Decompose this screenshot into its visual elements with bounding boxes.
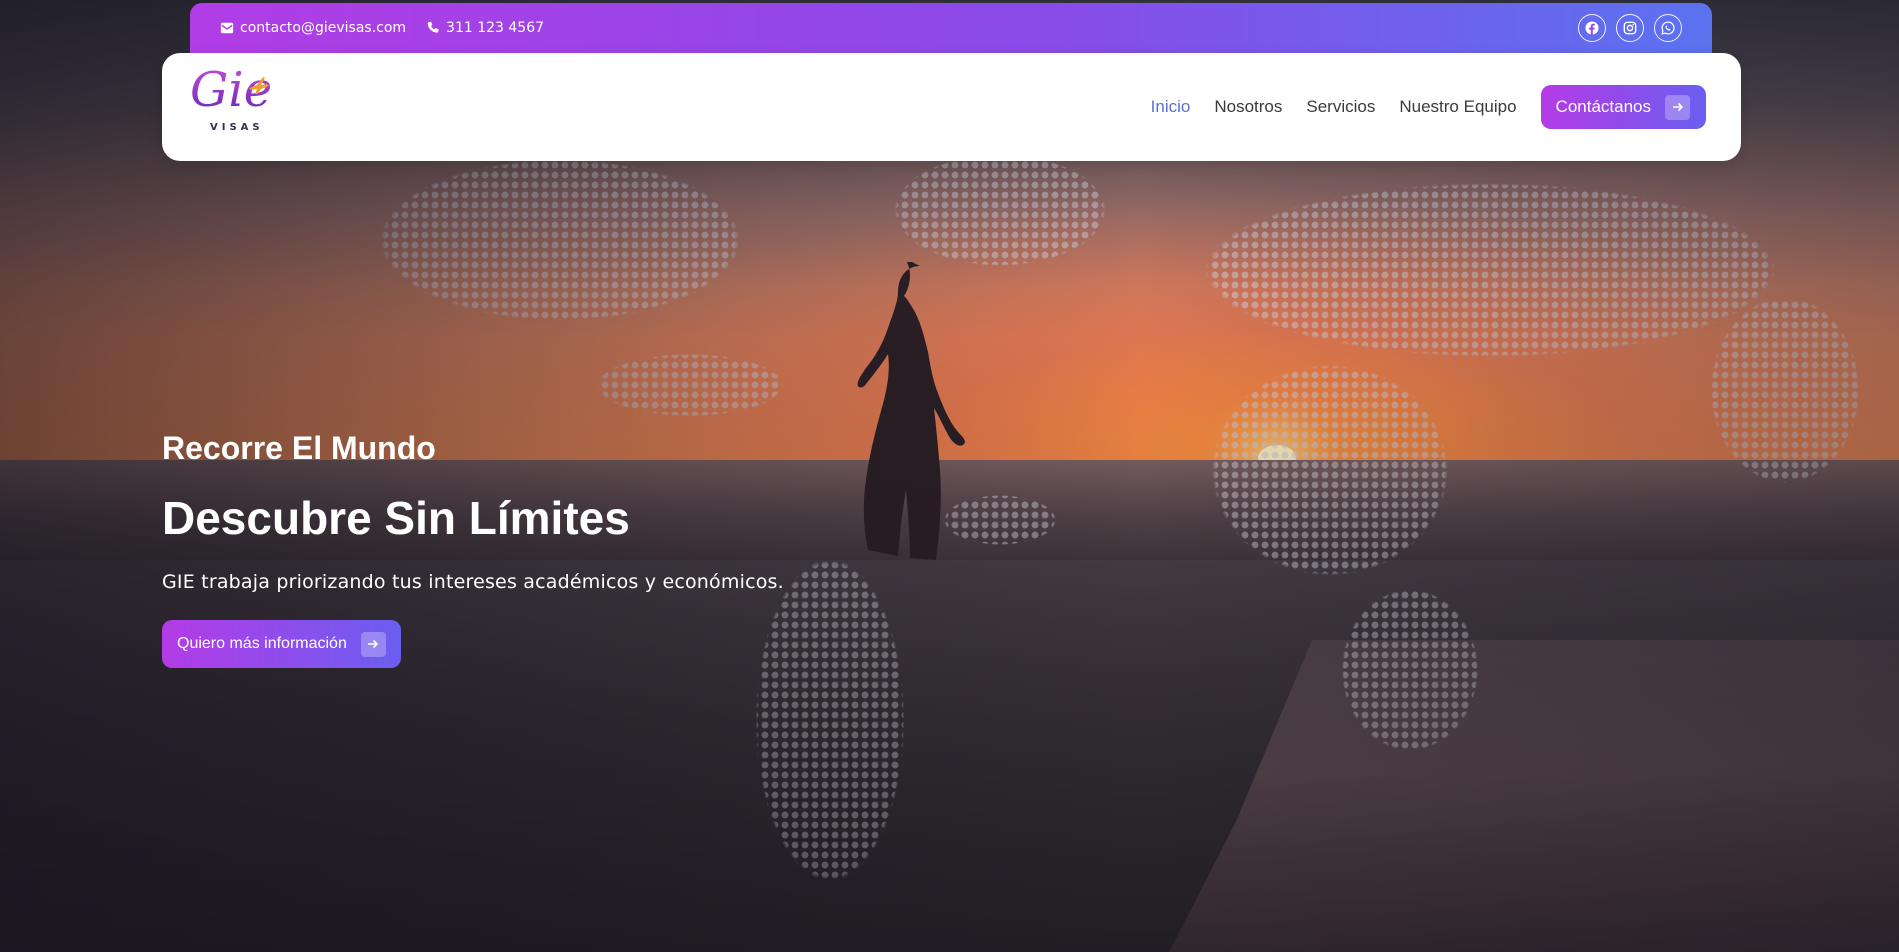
instagram-button[interactable]: [1616, 14, 1644, 42]
facebook-button[interactable]: [1578, 14, 1606, 42]
email-link[interactable]: contacto@gievisas.com: [220, 20, 406, 36]
whatsapp-button[interactable]: [1654, 14, 1682, 42]
arrow-right-icon: [360, 631, 386, 657]
logo-subtitle: VISAS: [210, 122, 264, 133]
phone-link[interactable]: 311 123 4567: [426, 20, 544, 36]
airplane-icon: [249, 77, 269, 94]
phone-text: 311 123 4567: [446, 20, 545, 36]
phone-icon: [427, 21, 439, 33]
hero-subtitle: GIE trabaja priorizando tus intereses ac…: [162, 571, 784, 593]
hero-content: Recorre El Mundo Descubre Sin Límites GI…: [162, 430, 784, 668]
nav-item-nuestro-equipo[interactable]: Nuestro Equipo: [1399, 97, 1516, 117]
contact-button-label: Contáctanos: [1555, 97, 1651, 116]
facebook-icon: [1585, 21, 1599, 35]
contact-topbar: contacto@gievisas.com 311 123 4567: [190, 3, 1712, 53]
more-info-button[interactable]: Quiero más información: [162, 620, 401, 668]
social-links: [1578, 14, 1682, 42]
instagram-icon: [1623, 21, 1637, 35]
arrow-right-icon: [1665, 94, 1690, 120]
nav-item-nosotros[interactable]: Nosotros: [1214, 97, 1282, 117]
more-info-label: Quiero más información: [177, 635, 347, 652]
nav-item-servicios[interactable]: Servicios: [1306, 97, 1375, 117]
hero-kicker: Recorre El Mundo: [162, 430, 436, 466]
brand-logo[interactable]: Gie VISAS: [184, 62, 284, 152]
contact-button[interactable]: Contáctanos: [1540, 85, 1706, 129]
hero-headline: Descubre Sin Límites: [162, 492, 630, 544]
main-navbar: Gie VISAS Inicio Nosotros Servicios Nues…: [162, 53, 1741, 161]
whatsapp-icon: [1661, 21, 1675, 35]
email-text: contacto@gievisas.com: [240, 20, 407, 36]
nav-item-inicio[interactable]: Inicio: [1151, 97, 1191, 117]
envelope-icon: [220, 22, 234, 34]
nav-menu: Inicio Nosotros Servicios Nuestro Equipo…: [1127, 85, 1706, 129]
